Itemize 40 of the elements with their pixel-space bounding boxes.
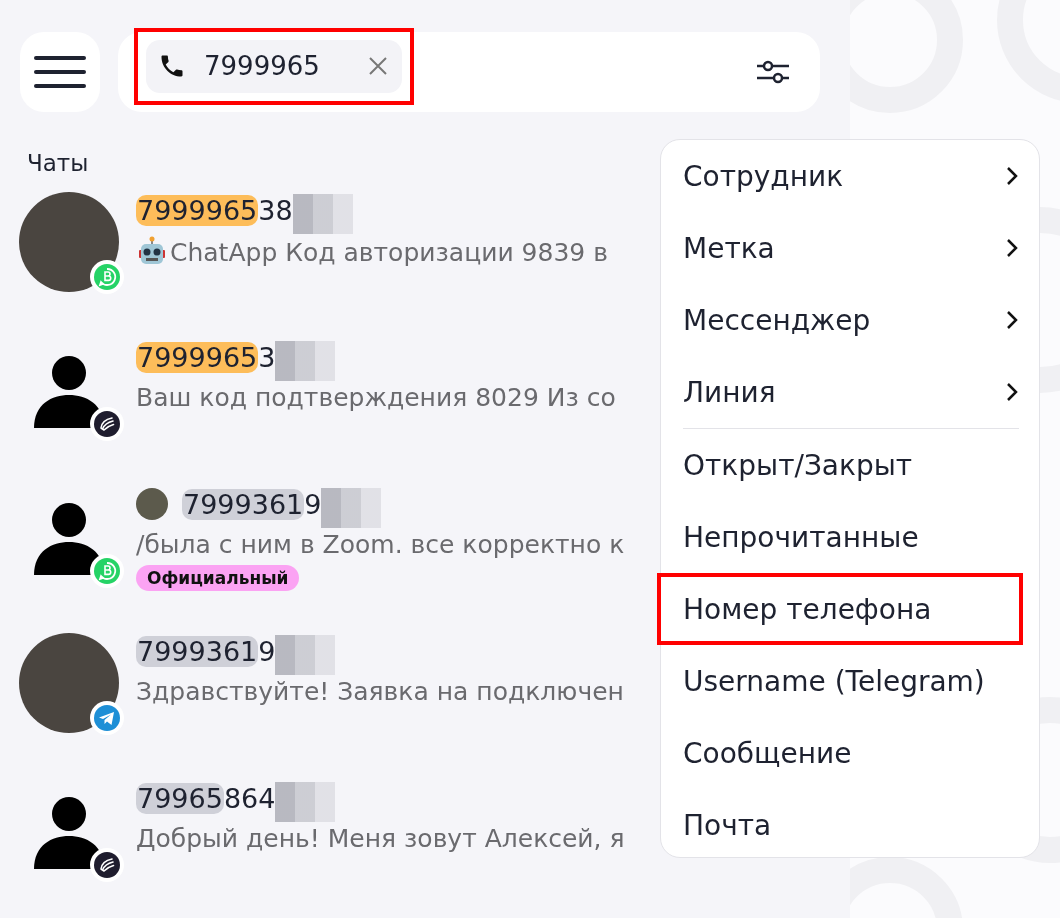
message-preview: Здравствуйте! Заявка на подключен [136,677,624,706]
message-preview: /была с ним в Zoom. все корректно к [136,530,625,559]
contact-name: 9 [258,635,276,667]
search-chip-text: 7999965 [204,51,321,81]
whatsapp-business-icon [90,260,124,294]
message-preview: Ваш код подтверждения 8029 Из со [136,383,616,412]
matched-text: 7999965 [136,341,259,373]
matched-text: 7999361 [136,635,259,667]
menu-item[interactable]: Непрочитанные [683,505,1019,569]
tag-label: Официальный [136,565,300,591]
contact-name: 9 [304,488,322,520]
close-icon [368,56,388,76]
menu-icon [34,55,86,89]
menu-item[interactable]: Сообщение [683,721,1019,785]
matched-text: 79965 [136,782,224,814]
contact-name: 864 [223,782,276,814]
matched-text: 7999361 [182,488,305,520]
menu-item[interactable]: Почта [683,793,1019,857]
telegram-icon [90,701,124,735]
menu-item[interactable]: Открыт/Закрыт [683,433,1019,497]
menu-item[interactable]: Мессенджер [683,288,1019,352]
sliders-icon [756,58,790,86]
message-preview: Добрый день! Меня зовут Алексей, я [136,824,625,853]
menu-item[interactable]: Сотрудник [683,144,1019,208]
menu-item[interactable]: Номер телефона [683,577,1019,641]
section-title: Чаты [27,150,89,178]
menu-item[interactable]: Метка [683,216,1019,280]
fan-icon [90,848,124,882]
whatsapp-business-icon [90,554,124,588]
menu-item[interactable]: Линия [683,360,1019,424]
filter-button[interactable] [756,58,790,86]
fan-icon [90,407,124,441]
matched-text: 7999965 [136,194,259,226]
contact-name: 38 [258,194,293,226]
contact-name: 3 [258,341,276,373]
menu-item[interactable]: Username (Telegram) [683,649,1019,713]
menu-button[interactable] [20,32,100,112]
message-preview: ChatApp Код авторизации 9839 в [170,237,608,267]
clear-button[interactable] [368,56,388,76]
search-chip[interactable]: 7999965 [146,39,402,93]
